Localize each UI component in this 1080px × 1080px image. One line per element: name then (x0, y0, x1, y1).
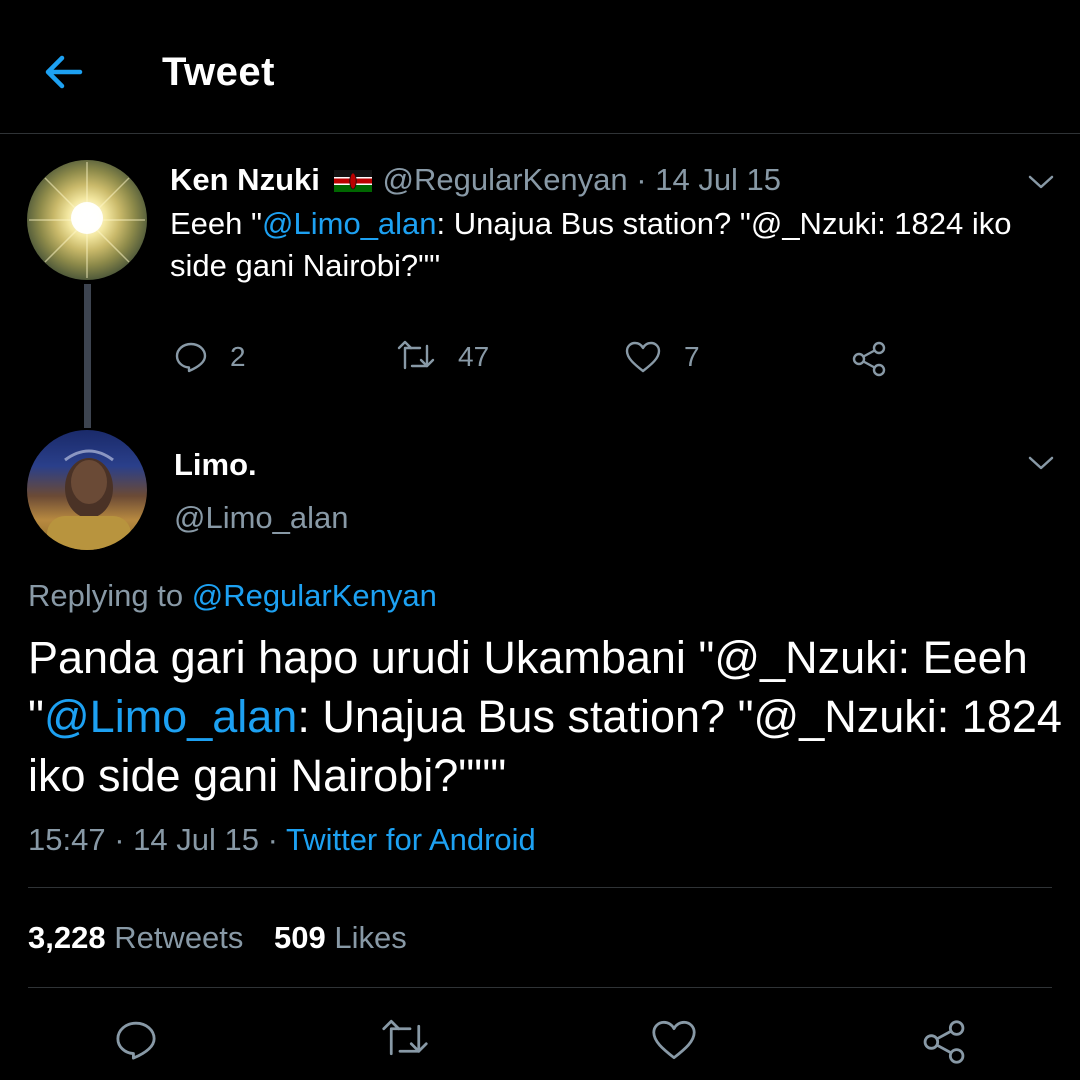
separator: · (258, 822, 286, 857)
tweet-text: Eeeh " (170, 206, 263, 241)
like-count: 7 (684, 341, 700, 372)
tweet-text: Panda gari hapo urudi Ukambani "@_Nzuki:… (28, 632, 1028, 683)
thread-connector (84, 284, 91, 428)
retweet-count: 47 (458, 341, 490, 372)
engagement-stats: 3,228 Retweets 509 Likes (28, 920, 407, 956)
separator: · (105, 822, 134, 857)
tweet-date: 14 Jul 15 (655, 162, 782, 197)
replying-label: Replying to (28, 578, 192, 613)
profile-photo-icon (47, 449, 131, 550)
divider (28, 887, 1052, 888)
author-name[interactable]: Limo. (174, 447, 257, 483)
client-link[interactable]: Twitter for Android (286, 822, 536, 857)
mention-link[interactable]: @Limo_alan (262, 206, 437, 241)
parent-tweet-text: Eeeh "@Limo_alan: Unajua Bus station? "@… (170, 203, 1050, 287)
arrow-left-icon[interactable] (42, 52, 86, 92)
avatar[interactable] (27, 430, 147, 550)
main-tweet-text: Panda gari hapo urudi Ukambani "@_Nzuki:… (28, 628, 1068, 805)
chevron-down-icon[interactable] (1026, 453, 1056, 473)
reply-icon (175, 342, 207, 373)
page-title: Tweet (162, 50, 275, 94)
author-handle[interactable]: @Limo_alan (174, 500, 349, 536)
author-handle[interactable]: @RegularKenyan (382, 162, 627, 197)
like-total: 509 (274, 920, 326, 955)
reply-button[interactable]: 2 (174, 340, 246, 374)
kenya-flag-icon (334, 170, 373, 192)
like-icon[interactable] (650, 1018, 698, 1062)
tweet-time: 15:47 (28, 822, 106, 857)
like-button[interactable]: 7 (624, 340, 700, 374)
retweets-label: Retweets (105, 920, 244, 955)
mention-link[interactable]: @Limo_alan (44, 691, 297, 742)
share-icon[interactable] (920, 1018, 968, 1066)
retweet-icon[interactable] (380, 1018, 430, 1062)
tweet-meta: 15:47 · 14 Jul 15 · Twitter for Android (28, 822, 536, 858)
share-icon (852, 341, 886, 377)
replying-to: Replying to @RegularKenyan (28, 578, 437, 614)
avatar[interactable] (27, 160, 147, 280)
sun-burst-icon (29, 162, 145, 278)
tweet-text: " (28, 691, 44, 742)
reply-count: 2 (230, 341, 246, 372)
top-bar: Tweet (0, 0, 1080, 134)
retweet-total: 3,228 (28, 920, 106, 955)
replying-to-link[interactable]: @RegularKenyan (192, 578, 437, 613)
share-button[interactable] (850, 340, 910, 378)
likes-stat[interactable]: 509 Likes (274, 920, 407, 955)
author-name[interactable]: Ken Nzuki (170, 162, 320, 197)
retweet-button[interactable]: 47 (396, 340, 489, 374)
chevron-down-icon[interactable] (1026, 172, 1056, 192)
parent-tweet-header: Ken Nzuki @RegularKenyan · 14 Jul 15 (170, 162, 781, 198)
separator: · (627, 162, 656, 197)
divider (28, 987, 1052, 988)
retweet-icon (397, 340, 435, 370)
reply-icon[interactable] (114, 1018, 158, 1062)
likes-label: Likes (325, 920, 407, 955)
tweet-date: 14 Jul 15 (133, 822, 259, 857)
heart-icon (625, 341, 661, 373)
retweets-stat[interactable]: 3,228 Retweets (28, 920, 243, 955)
